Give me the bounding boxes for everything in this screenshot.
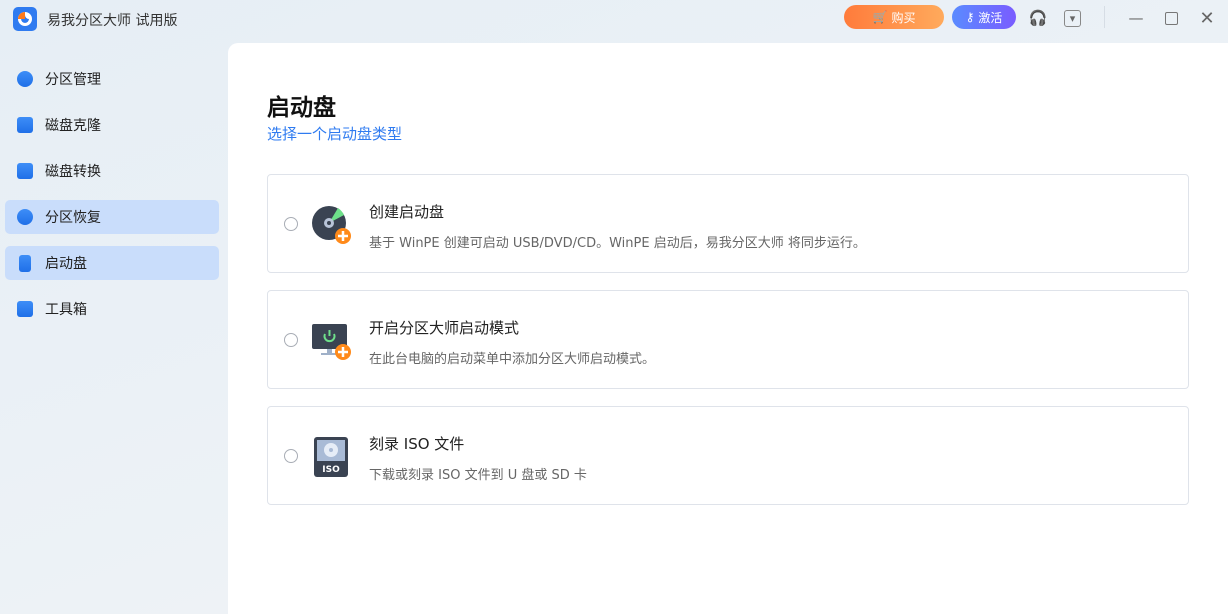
disk-clone-icon (17, 117, 33, 133)
title-bar: 易我分区大师 试用版 🛒 购买 ⚷ 激活 🎧 ▾ — ✕ (0, 0, 1228, 40)
usb-icon (19, 254, 31, 272)
cart-icon: 🛒 (872, 10, 888, 24)
sidebar-item-label: 磁盘克隆 (45, 118, 101, 134)
activate-label: 激活 (978, 10, 1003, 25)
monitor-power-icon (312, 324, 351, 360)
option-burn-iso[interactable]: ISO 刻录 ISO 文件 下载或刻录 ISO 文件到 U 盘或 SD 卡 (267, 406, 1189, 505)
sidebar-item-disk-clone[interactable]: 磁盘克隆 (5, 108, 219, 142)
activate-button[interactable]: ⚷ 激活 (952, 5, 1016, 29)
sidebar-item-label: 工具箱 (45, 302, 87, 318)
option-description: 基于 WinPE 创建可启动 USB/DVD/CD。WinPE 启动后，易我分区… (369, 236, 866, 251)
dropdown-menu-icon[interactable]: ▾ (1064, 10, 1081, 27)
sidebar-item-toolbox[interactable]: 工具箱 (5, 292, 219, 326)
headset-icon[interactable]: 🎧 (1028, 8, 1048, 28)
app-title: 易我分区大师 试用版 (47, 13, 178, 29)
option-create-boot-disk[interactable]: 创建启动盘 基于 WinPE 创建可启动 USB/DVD/CD。WinPE 启动… (267, 174, 1189, 273)
pie-chart-icon (17, 71, 33, 87)
close-button[interactable]: ✕ (1197, 8, 1217, 29)
iso-badge-text: ISO (322, 465, 340, 475)
buy-button[interactable]: 🛒 购买 (844, 5, 944, 29)
app-logo-icon (13, 7, 37, 31)
buy-label: 购买 (891, 10, 916, 25)
disc-add-icon (312, 206, 351, 244)
minimize-button[interactable]: — (1126, 8, 1146, 28)
toolbox-icon (17, 301, 33, 317)
option-description: 在此台电脑的启动菜单中添加分区大师启动模式。 (369, 352, 656, 367)
divider (1104, 6, 1105, 28)
maximize-button[interactable] (1161, 8, 1181, 28)
key-icon: ⚷ (965, 10, 975, 24)
radio-button[interactable] (284, 333, 298, 347)
sidebar-item-partition-recovery[interactable]: 分区恢复 (5, 200, 219, 234)
option-title: 开启分区大师启动模式 (369, 319, 520, 337)
sidebar-item-label: 分区恢复 (45, 210, 101, 226)
page-title: 启动盘 (267, 95, 336, 121)
sidebar: 分区管理 磁盘克隆 磁盘转换 分区恢复 启动盘 工具箱 (0, 62, 228, 338)
sidebar-item-partition-manage[interactable]: 分区管理 (5, 62, 219, 96)
sidebar-item-label: 启动盘 (45, 256, 87, 272)
option-title: 创建启动盘 (369, 203, 445, 221)
sidebar-item-label: 分区管理 (45, 72, 101, 88)
option-title: 刻录 ISO 文件 (369, 435, 465, 453)
option-enable-boot-mode[interactable]: 开启分区大师启动模式 在此台电脑的启动菜单中添加分区大师启动模式。 (267, 290, 1189, 389)
main-panel: 启动盘 选择一个启动盘类型 创建启动盘 基于 WinPE 创建可启动 USB/D… (228, 43, 1228, 614)
sidebar-item-label: 磁盘转换 (45, 164, 101, 180)
partition-recovery-icon (17, 209, 33, 225)
sidebar-item-boot-disk[interactable]: 启动盘 (5, 246, 219, 280)
option-description: 下载或刻录 ISO 文件到 U 盘或 SD 卡 (369, 468, 587, 483)
page-subtitle: 选择一个启动盘类型 (267, 125, 403, 143)
radio-button[interactable] (284, 449, 298, 463)
iso-file-icon: ISO (314, 437, 348, 477)
radio-button[interactable] (284, 217, 298, 231)
sidebar-item-disk-convert[interactable]: 磁盘转换 (5, 154, 219, 188)
disk-convert-icon (17, 163, 33, 179)
